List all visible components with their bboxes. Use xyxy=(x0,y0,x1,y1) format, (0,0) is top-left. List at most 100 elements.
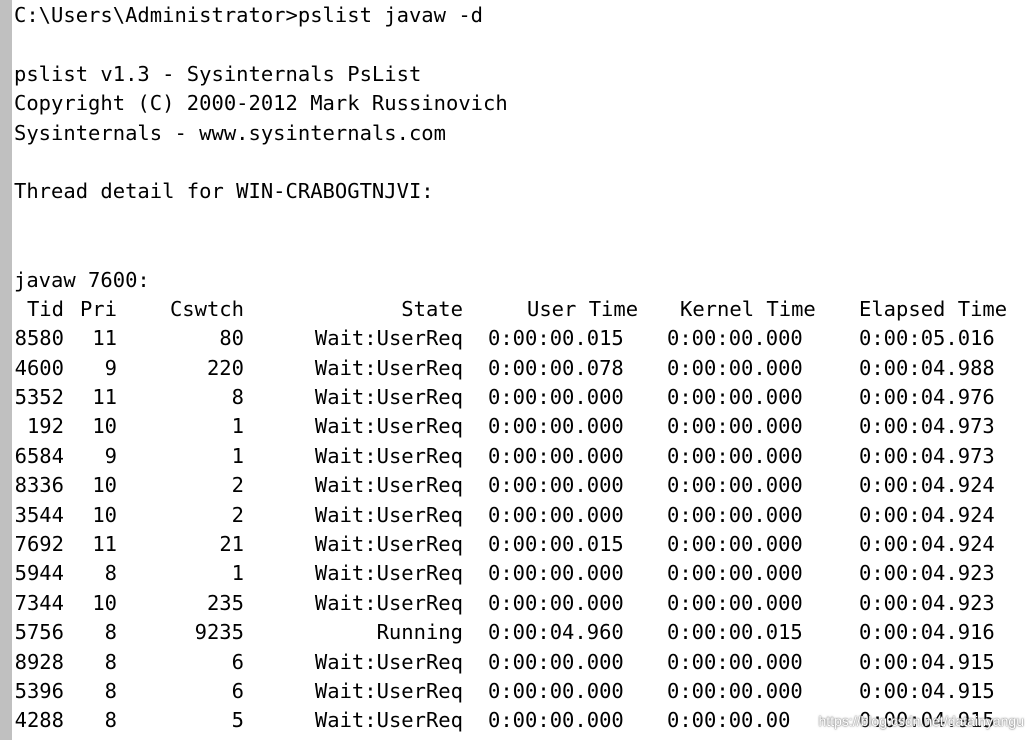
cell-cswtch: 6 xyxy=(231,649,244,674)
cell-user-time: 0:00:00.000 xyxy=(488,502,624,527)
thread-row: 192 10 1 Wait:UserReq 0:00:00.000 0:00:00.000… xyxy=(14,412,1032,441)
cell-tid: 6584 xyxy=(14,443,64,468)
cell-user-time: 0:00:00.000 xyxy=(488,678,624,703)
cell-user-time: 0:00:00.000 xyxy=(488,473,624,498)
cell-kernel-time: 0:00:00.000 xyxy=(667,678,803,703)
cell-user-time: 0:00:00.000 xyxy=(488,590,624,615)
cell-state: Wait:UserReq xyxy=(314,385,463,410)
cell-state: Wait:UserReq xyxy=(314,473,463,498)
cell-kernel-time: 0:00:00.000 xyxy=(667,561,803,586)
thread-row: 5944 8 1 Wait:UserReq 0:00:00.000 0:00:00.000… xyxy=(14,559,1032,588)
cell-state: Wait:UserReq xyxy=(314,678,463,703)
cell-user-time: 0:00:00.000 xyxy=(488,443,624,468)
cell-pri: 10 xyxy=(92,414,117,439)
cell-elapsed-time: 0:00:04.915 xyxy=(859,678,995,703)
cell-tid: 4288 xyxy=(14,708,64,733)
console-window[interactable]: C:\Users\Administrator>pslist javaw -d p… xyxy=(0,0,1032,740)
cell-state: Running xyxy=(376,620,463,645)
cell-state: Wait:UserReq xyxy=(314,708,463,733)
cell-cswtch: 2 xyxy=(231,473,244,498)
cell-elapsed-time: 0:00:05.016 xyxy=(859,326,995,351)
cell-tid: 5352 xyxy=(14,385,64,410)
cell-pri: 11 xyxy=(92,385,117,410)
console-output: C:\Users\Administrator>pslist javaw -d p… xyxy=(14,1,1032,736)
thread-row: 8336 10 2 Wait:UserReq 0:00:00.000 0:00:00.00… xyxy=(14,471,1032,500)
cell-cswtch: 21 xyxy=(219,532,244,557)
banner-copyright: Copyright (C) 2000-2012 Mark Russinovich xyxy=(14,91,508,116)
column-header-pri: Pri xyxy=(79,296,117,321)
cell-tid: 8580 xyxy=(14,326,64,351)
cell-user-time: 0:00:00.000 xyxy=(488,414,624,439)
thread-row: 5756 8 9235 Running 0:00:04.960 0:00:00.015 0:… xyxy=(14,618,1032,647)
cell-tid: 5396 xyxy=(14,678,64,703)
cell-user-time: 0:00:04.960 xyxy=(488,620,624,645)
cell-pri: 10 xyxy=(92,502,117,527)
column-header-user-time: User Time xyxy=(527,296,639,321)
cell-pri: 10 xyxy=(92,590,117,615)
cell-elapsed-time: 0:00:04.924 xyxy=(859,473,995,498)
cell-tid: 8336 xyxy=(14,473,64,498)
banner-website: Sysinternals - www.sysinternals.com xyxy=(14,120,446,145)
cell-kernel-time: 0:00:00.000 xyxy=(667,326,803,351)
cell-cswtch: 1 xyxy=(231,443,244,468)
cell-kernel-time: 0:00:00.000 xyxy=(667,385,803,410)
column-header-cswtch: Cswtch xyxy=(169,296,244,321)
cell-user-time: 0:00:00.000 xyxy=(488,561,624,586)
cell-user-time: 0:00:00.015 xyxy=(488,532,624,557)
cell-tid: 7692 xyxy=(14,532,64,557)
column-header-tid: Tid xyxy=(26,296,64,321)
cell-elapsed-time: 0:00:04.973 xyxy=(859,414,995,439)
cell-cswtch: 8 xyxy=(231,385,244,410)
cell-kernel-time: 0:00:00.000 xyxy=(667,443,803,468)
banner-title: pslist v1.3 - Sysinternals PsList xyxy=(14,61,422,86)
thread-row: 8928 8 6 Wait:UserReq 0:00:00.000 0:00:00.000… xyxy=(14,648,1032,677)
cell-pri: 8 xyxy=(104,620,117,645)
cell-elapsed-time: 0:00:04.923 xyxy=(859,590,995,615)
cell-pri: 10 xyxy=(92,473,117,498)
cell-cswtch: 1 xyxy=(231,561,244,586)
cell-elapsed-time: 0:00:04.924 xyxy=(859,502,995,527)
cell-elapsed-time: 0:00:04.976 xyxy=(859,385,995,410)
thread-row: 5352 11 8 Wait:UserReq 0:00:00.000 0:00:00.00… xyxy=(14,383,1032,412)
cell-kernel-time: 0:00:00.000 xyxy=(667,649,803,674)
cell-cswtch: 2 xyxy=(231,502,244,527)
watermark-url: https://blog.csdn.net/datainyangu xyxy=(818,713,1024,729)
cell-kernel-time: 0:00:00.000 xyxy=(667,532,803,557)
cell-kernel-time: 0:00:00.000 xyxy=(667,502,803,527)
cell-elapsed-time: 0:00:04.988 xyxy=(859,355,995,380)
cell-kernel-time: 0:00:00.000 xyxy=(667,473,803,498)
cell-elapsed-time: 0:00:04.923 xyxy=(859,561,995,586)
cell-state: Wait:UserReq xyxy=(314,414,463,439)
cell-kernel-time: 0:00:00.000 xyxy=(667,414,803,439)
cell-state: Wait:UserReq xyxy=(314,443,463,468)
cell-pri: 9 xyxy=(104,443,117,468)
cell-state: Wait:UserReq xyxy=(314,590,463,615)
thread-row: 6584 9 1 Wait:UserReq 0:00:00.000 0:00:00.000… xyxy=(14,442,1032,471)
cell-pri: 11 xyxy=(92,532,117,557)
cell-elapsed-time: 0:00:04.973 xyxy=(859,443,995,468)
thread-table-body: 8580 11 80 Wait:UserReq 0:00:00.015 0:00:00.0… xyxy=(14,324,1032,735)
cell-pri: 8 xyxy=(104,678,117,703)
thread-table-header: Tid Pri Cswtch State User Time Kernel Ti… xyxy=(14,295,1032,324)
cell-user-time: 0:00:00.000 xyxy=(488,708,624,733)
cell-kernel-time: 0:00:00.000 xyxy=(667,355,803,380)
cell-elapsed-time: 0:00:04.924 xyxy=(859,532,995,557)
cell-user-time: 0:00:00.078 xyxy=(488,355,624,380)
cell-cswtch: 9235 xyxy=(194,620,244,645)
cell-cswtch: 80 xyxy=(219,326,244,351)
cell-tid: 4600 xyxy=(14,355,64,380)
cell-tid: 7344 xyxy=(14,590,64,615)
cell-cswtch: 1 xyxy=(231,414,244,439)
thread-detail-heading: Thread detail for WIN-CRABOGTNJVI: xyxy=(14,179,434,204)
thread-row: 8580 11 80 Wait:UserReq 0:00:00.015 0:00:00.0… xyxy=(14,324,1032,353)
thread-row: 7344 10 235 Wait:UserReq 0:00:00.000 0:00:00.… xyxy=(14,589,1032,618)
process-heading: javaw 7600: xyxy=(14,267,150,292)
cell-pri: 8 xyxy=(104,649,117,674)
cell-user-time: 0:00:00.000 xyxy=(488,649,624,674)
cell-pri: 8 xyxy=(104,708,117,733)
cell-state: Wait:UserReq xyxy=(314,649,463,674)
cell-tid: 3544 xyxy=(14,502,64,527)
cell-cswtch: 235 xyxy=(206,590,244,615)
cell-elapsed-time: 0:00:04.915 xyxy=(859,649,995,674)
cell-pri: 11 xyxy=(92,326,117,351)
